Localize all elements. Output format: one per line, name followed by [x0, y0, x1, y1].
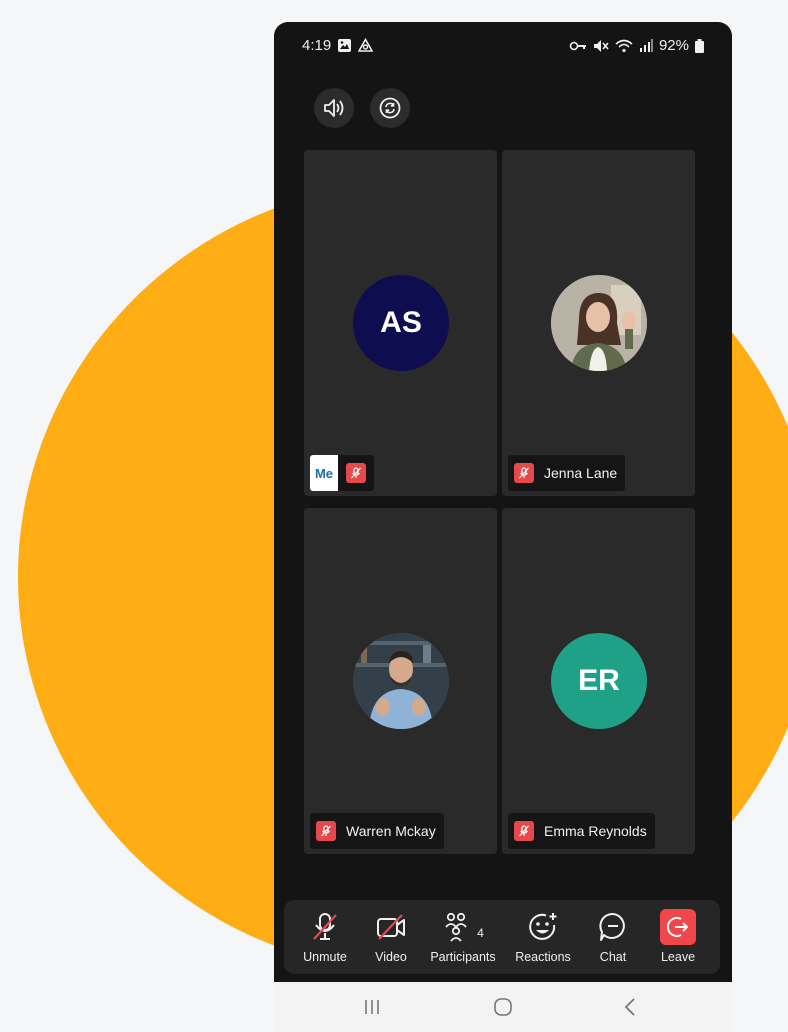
switch-camera-icon	[379, 97, 401, 119]
participants-icon: 4	[442, 906, 484, 948]
battery-icon	[695, 38, 704, 53]
unmute-button[interactable]: Unmute	[298, 900, 352, 974]
video-label: Video	[375, 950, 407, 964]
system-navigation-bar	[274, 982, 732, 1032]
mic-muted-icon	[514, 821, 534, 841]
recent-apps-icon	[365, 1000, 379, 1014]
participant-tile-me[interactable]: AS Me	[304, 150, 497, 496]
home-icon	[494, 998, 512, 1016]
participant-tile-jenna-lane[interactable]: Jenna Lane	[502, 150, 695, 496]
avatar: ER	[551, 633, 647, 729]
participant-tile-warren-mckay[interactable]: Warren Mckay	[304, 508, 497, 854]
participant-tile-emma-reynolds[interactable]: ER Emma Reynolds	[502, 508, 695, 854]
status-right: 92%	[569, 37, 704, 54]
back-button[interactable]	[620, 996, 640, 1018]
meeting-toolbar: Unmute Video 4 Participants Reactions Ch…	[284, 900, 720, 974]
gallery-notification-icon	[338, 39, 352, 52]
vpn-key-icon	[569, 41, 586, 50]
wifi-icon	[615, 39, 633, 52]
back-icon	[624, 998, 635, 1016]
reactions-button[interactable]: Reactions	[512, 900, 574, 974]
home-button[interactable]	[492, 996, 514, 1018]
mic-muted-icon	[316, 821, 336, 841]
status-time: 4:19	[302, 37, 332, 54]
participant-name: Jenna Lane	[544, 465, 618, 481]
chat-label: Chat	[599, 950, 627, 964]
speaker-button[interactable]	[314, 88, 354, 128]
me-badge: Me	[310, 455, 338, 491]
unmute-label: Unmute	[303, 950, 347, 964]
chat-icon	[598, 906, 628, 948]
recent-apps-button[interactable]	[362, 996, 382, 1018]
participants-label: Participants	[430, 950, 496, 964]
nametag: Jenna Lane	[508, 455, 626, 491]
leave-button[interactable]: Leave	[654, 900, 702, 974]
reactions-label: Reactions	[515, 950, 571, 964]
avatar-initials: ER	[578, 664, 620, 697]
status-bar: 4:19 92%	[274, 22, 732, 72]
mic-muted-icon	[514, 463, 534, 483]
chat-button[interactable]: Chat	[592, 900, 634, 974]
mute-sound-icon	[593, 39, 609, 52]
drive-notification-icon	[358, 38, 374, 52]
leave-label: Leave	[660, 950, 696, 964]
nametag: Me	[310, 455, 374, 491]
video-off-icon	[375, 906, 407, 948]
participant-name: Emma Reynolds	[544, 823, 647, 839]
participant-photo	[353, 633, 449, 729]
mic-muted-icon	[346, 463, 366, 483]
avatar: AS	[353, 275, 449, 371]
battery-percentage: 92%	[658, 37, 689, 54]
participant-photo	[551, 275, 647, 371]
nametag: Warren Mckay	[310, 813, 444, 849]
nametag: Emma Reynolds	[508, 813, 655, 849]
speaker-icon	[324, 99, 344, 117]
signal-icon	[639, 39, 653, 52]
participant-name: Warren Mckay	[346, 823, 436, 839]
participants-button[interactable]: 4 Participants	[426, 900, 500, 974]
video-button[interactable]: Video	[368, 900, 414, 974]
add-reaction-icon	[527, 906, 559, 948]
mic-off-icon	[311, 906, 339, 948]
phone-screen: 4:19 92% AS Me Jenna Lane Warren Mckay E…	[274, 22, 732, 1032]
switch-camera-button[interactable]	[370, 88, 410, 128]
leave-icon	[660, 906, 696, 948]
status-left: 4:19	[302, 37, 374, 54]
participants-count: 4	[477, 926, 484, 940]
avatar-initials: AS	[380, 306, 422, 339]
